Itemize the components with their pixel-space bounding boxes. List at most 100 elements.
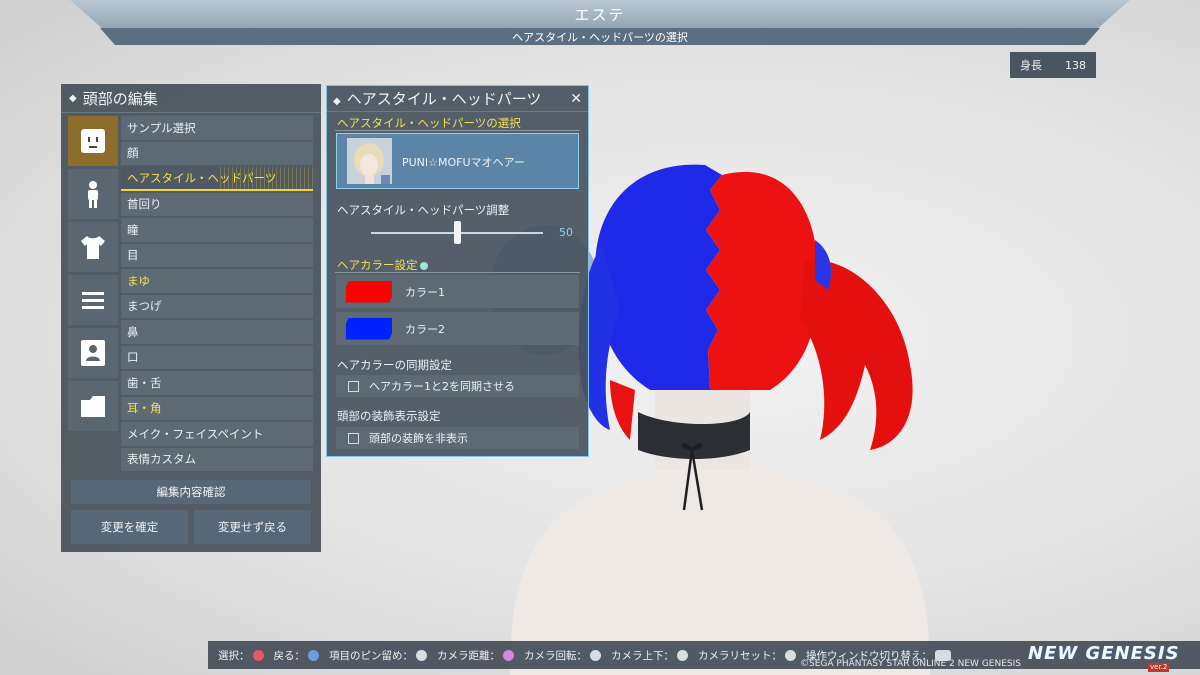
- head-edit-panel-header: ◆ 頭部の編集: [61, 84, 321, 113]
- hint-camera-rotate: カメラ回転：: [524, 648, 601, 663]
- shirt-icon: [81, 236, 105, 259]
- review-edits-button[interactable]: 編集内容確認: [71, 480, 311, 504]
- menu-item-label: 耳・角: [127, 401, 162, 416]
- menu-item-eyelashes[interactable]: まつげ: [121, 294, 313, 318]
- hair-adjust-heading: ヘアスタイル・ヘッドパーツ調整: [337, 203, 510, 217]
- menu-item-label: 口: [127, 350, 139, 365]
- face-icon: [81, 129, 105, 153]
- menu-item-pupil[interactable]: 瞳: [121, 218, 313, 242]
- hair-color-2-row[interactable]: カラー2: [336, 312, 579, 345]
- hair-color-2-label: カラー2: [405, 322, 445, 336]
- menu-item-eyes[interactable]: 目: [121, 243, 313, 267]
- hint-camera-distance: カメラ距離：: [437, 648, 514, 663]
- menu-item-label: 歯・舌: [127, 375, 162, 390]
- hair-sync-heading: ヘアカラーの同期設定: [337, 358, 452, 372]
- hairstyle-selector[interactable]: PUNI☆MOFUマオヘアー: [336, 133, 579, 189]
- menu-item-label: まつげ: [127, 299, 162, 314]
- menu-item-teeth-tongue[interactable]: 歯・舌: [121, 371, 313, 395]
- diamond-icon: ◆: [69, 92, 77, 104]
- selected-hairstyle-name: PUNI☆MOFUマオヘアー: [402, 156, 525, 169]
- l3-button-icon: [416, 649, 427, 661]
- hair-selection-heading: ヘアスタイル・ヘッドパーツの選択: [337, 116, 521, 130]
- menu-item-neck[interactable]: 首回り: [121, 192, 313, 216]
- category-body[interactable]: [68, 169, 118, 219]
- category-list[interactable]: [68, 275, 118, 325]
- hairstyle-thumbnail: [347, 138, 392, 184]
- head-decor-option[interactable]: 頭部の装飾を非表示: [336, 427, 579, 449]
- hint-label: 戻る：: [273, 649, 306, 662]
- height-label: 身長: [1020, 59, 1042, 72]
- screen-title-bar: エステ: [70, 0, 1130, 28]
- body-icon: [88, 181, 98, 208]
- hairstyle-panel-header: ◆ ヘアスタイル・ヘッドパーツ ✕: [327, 86, 588, 112]
- hint-camera-reset: カメラリセット：: [698, 648, 796, 663]
- menu-item-hairstyle[interactable]: ヘアスタイル・ヘッドパーツ: [121, 167, 313, 191]
- head-decor-label: 頭部の装飾を非表示: [369, 432, 468, 445]
- left-stick-icon: [677, 649, 688, 661]
- category-saved[interactable]: [68, 381, 118, 431]
- hair-red-left-tips: [610, 380, 635, 440]
- menu-item-sample[interactable]: サンプル選択: [121, 116, 313, 140]
- menu-item-makeup[interactable]: メイク・フェイスペイント: [121, 422, 313, 446]
- category-face[interactable]: [68, 116, 118, 166]
- hair-blue-half: [595, 164, 722, 390]
- hair-color-2-swatch: [346, 317, 392, 340]
- menu-item-label: 目: [127, 248, 139, 263]
- category-profile[interactable]: [68, 328, 118, 378]
- menu-item-label: 鼻: [127, 324, 139, 339]
- hair-sync-label: ヘアカラー1と2を同期させる: [369, 380, 515, 393]
- head-edit-panel: ◆ 頭部の編集 サンプル選択 顔 ヘアスタイル・ヘッドパーツ 首回り 瞳 目 ま…: [61, 84, 321, 552]
- hair-adjust-slider-thumb[interactable]: [453, 221, 461, 244]
- cross-button-icon: [308, 649, 319, 661]
- screen-subtitle-bar: ヘアスタイル・ヘッドパーツの選択: [100, 28, 1100, 45]
- copyright-text: ©SEGA PHANTASY STAR ONLINE 2 NEW GENESIS: [800, 659, 1021, 669]
- r3-button-icon: [785, 649, 796, 661]
- menu-item-mouth[interactable]: 口: [121, 345, 313, 369]
- square-button-icon: [503, 649, 514, 661]
- game-logo-version: ver.2: [1148, 663, 1170, 672]
- close-icon[interactable]: ✕: [570, 91, 582, 107]
- apply-changes-button[interactable]: 変更を確定: [71, 510, 188, 544]
- category-outfit[interactable]: [68, 222, 118, 272]
- menu-item-ears-horns[interactable]: 耳・角: [121, 396, 313, 420]
- head-edit-menu: サンプル選択 顔 ヘアスタイル・ヘッドパーツ 首回り 瞳 目 まゆ まつげ 鼻 …: [121, 116, 313, 473]
- menu-lines-icon: [82, 292, 104, 309]
- hair-sync-checkbox[interactable]: [348, 380, 359, 392]
- hair-sync-option[interactable]: ヘアカラー1と2を同期させる: [336, 375, 579, 397]
- menu-item-label: メイク・フェイスペイント: [127, 426, 264, 441]
- hair-color-1-row[interactable]: カラー1: [336, 275, 579, 308]
- hairstyle-panel: ◆ ヘアスタイル・ヘッドパーツ ✕ ヘアスタイル・ヘッドパーツの選択 PUNI☆M…: [326, 85, 589, 457]
- hint-camera-vertical: カメラ上下：: [611, 648, 688, 663]
- hair-color-1-swatch: [346, 280, 392, 303]
- discard-changes-label: 変更せず戻る: [218, 520, 287, 534]
- hint-label: カメラリセット：: [698, 649, 782, 662]
- head-edit-panel-title: 頭部の編集: [82, 89, 158, 108]
- hair-adjust-value: 50: [559, 226, 573, 239]
- menu-item-eyebrows[interactable]: まゆ: [121, 269, 313, 293]
- discard-changes-button[interactable]: 変更せず戻る: [194, 510, 311, 544]
- hint-select: 選択：: [218, 648, 264, 663]
- menu-item-face[interactable]: 顔: [121, 141, 313, 165]
- diamond-icon: ◆: [333, 96, 341, 107]
- menu-item-label: 顔: [127, 146, 139, 161]
- circle-button-icon: [252, 649, 264, 661]
- apply-changes-label: 変更を確定: [100, 520, 159, 534]
- hint-label: カメラ距離：: [437, 649, 500, 662]
- folder-icon: [81, 396, 105, 417]
- hint-label: 項目のピン留め：: [329, 649, 413, 662]
- hair-color-heading-text: ヘアカラー設定: [337, 258, 418, 272]
- right-stick-icon: [590, 649, 601, 661]
- menu-item-label: まゆ: [127, 273, 150, 288]
- height-value: 138: [1065, 58, 1086, 72]
- menu-item-nose[interactable]: 鼻: [121, 320, 313, 344]
- id-card-icon: [81, 340, 105, 366]
- head-decor-checkbox[interactable]: [348, 432, 359, 444]
- menu-item-expression[interactable]: 表情カスタム: [121, 447, 313, 471]
- menu-item-label: 表情カスタム: [127, 452, 196, 467]
- review-edits-label: 編集内容確認: [156, 485, 226, 499]
- menu-item-label: 瞳: [127, 222, 139, 237]
- head-decor-heading: 頭部の装飾表示設定: [337, 409, 441, 423]
- height-display: 身長 138: [1010, 52, 1096, 78]
- hairstyle-panel-title-wrap: ◆ ヘアスタイル・ヘッドパーツ: [333, 88, 541, 109]
- category-icon-column: [68, 116, 118, 434]
